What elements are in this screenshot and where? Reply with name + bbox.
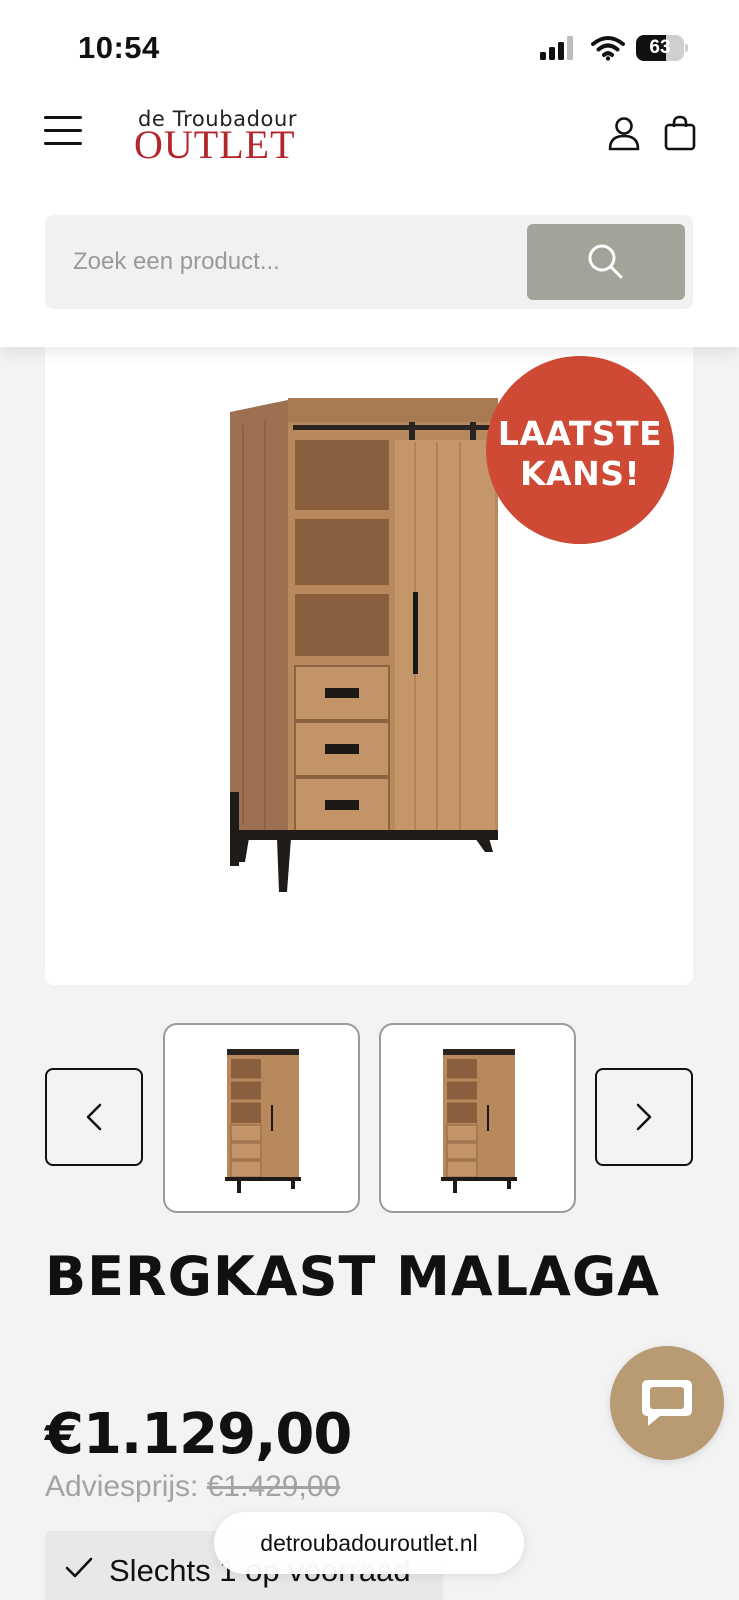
site-logo[interactable]: de Troubadour OUTLET xyxy=(134,107,304,167)
status-bar: 10:54 63 xyxy=(0,0,739,95)
main-nav: de Troubadour OUTLET xyxy=(0,95,739,215)
previous-image-button[interactable] xyxy=(45,1068,143,1166)
thumbnail-2[interactable] xyxy=(379,1023,576,1213)
advice-price-label: Adviesprijs: xyxy=(45,1470,199,1503)
advice-price: Adviesprijs: €1.429,00 xyxy=(45,1470,340,1504)
wifi-icon xyxy=(591,36,625,61)
site-header: 10:54 63 de Troubadour OUTLET Zoek een p… xyxy=(0,0,739,347)
status-time: 10:54 xyxy=(78,30,160,65)
chevron-left-icon xyxy=(86,1103,102,1131)
thumbnail-1[interactable] xyxy=(163,1023,360,1213)
badge-line-2: KANS! xyxy=(519,454,641,493)
search-icon xyxy=(588,244,623,279)
chat-bubble-icon xyxy=(642,1380,692,1426)
logo-title: OUTLET xyxy=(134,122,296,167)
cabinet-thumbnail-image xyxy=(441,1049,517,1193)
chevron-right-icon xyxy=(636,1103,652,1131)
chat-button[interactable] xyxy=(610,1346,724,1460)
badge-line-1: LAATSTE xyxy=(497,414,663,453)
browser-url-bar[interactable]: detroubadouroutlet.nl xyxy=(214,1512,524,1574)
last-chance-badge: LAATSTE KANS! xyxy=(486,356,674,544)
cabinet-thumbnail-image xyxy=(225,1049,301,1193)
checkmark-icon xyxy=(65,1557,93,1578)
battery-icon: 63 xyxy=(636,35,688,61)
next-image-button[interactable] xyxy=(595,1068,693,1166)
battery-percentage: 63 xyxy=(649,37,671,58)
hamburger-menu-icon[interactable] xyxy=(44,113,84,147)
search-input[interactable] xyxy=(73,237,553,287)
product-page: 10:54 63 de Troubadour OUTLET Zoek een p… xyxy=(0,0,739,1600)
product-title: BERGKAST MALAGA xyxy=(45,1245,660,1308)
product-price: €1.129,00 xyxy=(45,1402,352,1467)
search-bar xyxy=(45,215,693,309)
advice-price-value: €1.429,00 xyxy=(206,1470,341,1503)
shopping-bag-icon[interactable] xyxy=(662,115,698,151)
cellular-signal-icon xyxy=(540,36,573,60)
search-button[interactable] xyxy=(527,224,685,300)
account-icon[interactable] xyxy=(606,115,642,151)
